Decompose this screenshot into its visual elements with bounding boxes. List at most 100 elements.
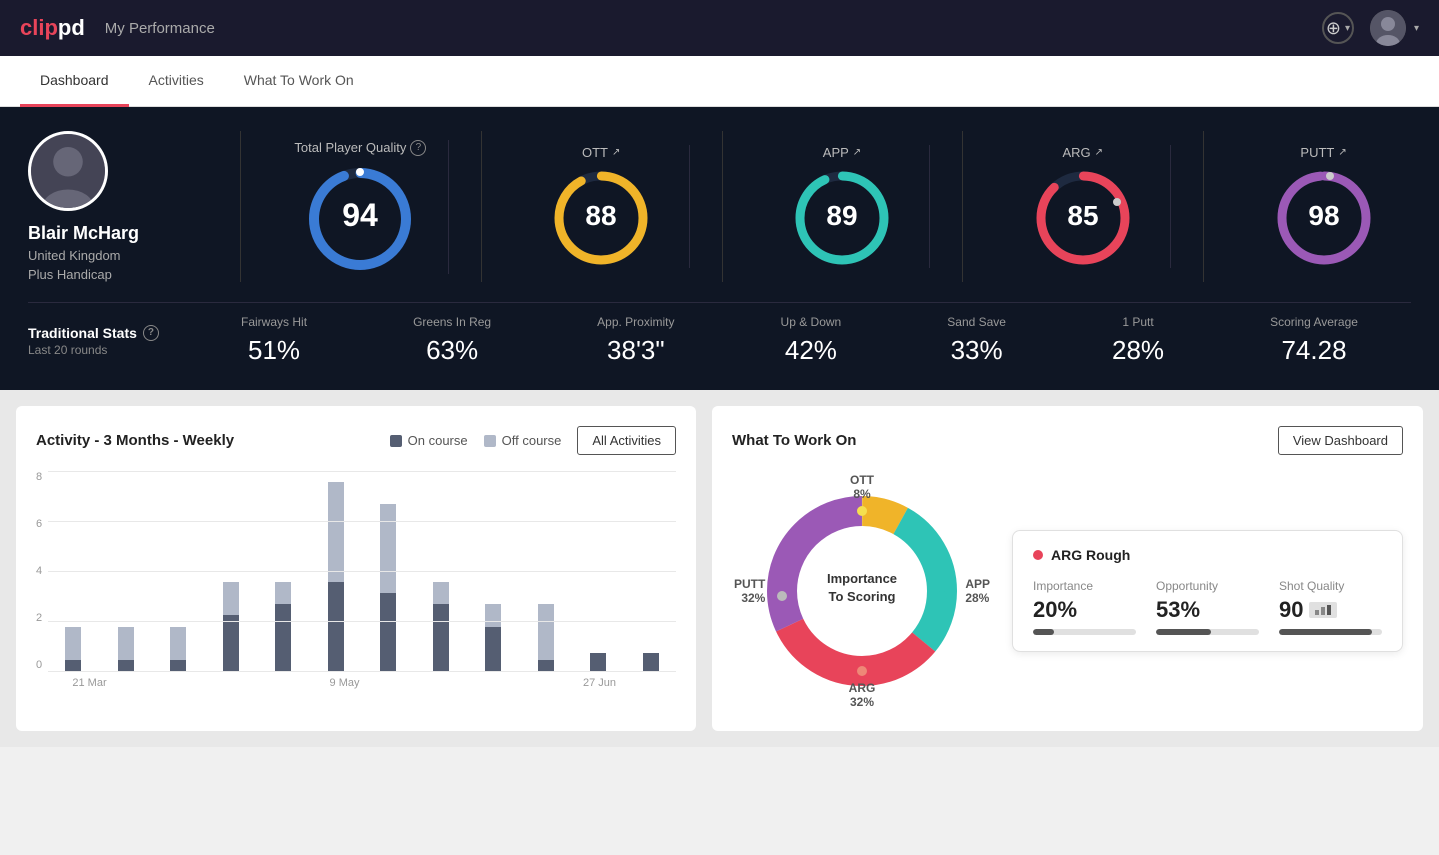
bars-render <box>48 471 676 671</box>
legend-off-course: Off course <box>484 433 562 448</box>
bar-off-course <box>433 582 449 604</box>
bar-on-course <box>485 627 501 671</box>
plus-symbol: ⊕ <box>1326 18 1341 39</box>
add-icon[interactable]: ⊕ ▾ <box>1322 12 1354 44</box>
gauge-total: Total Player Quality ? 94 <box>273 140 449 274</box>
divider-1 <box>481 131 482 282</box>
importance-fill <box>1033 629 1054 635</box>
donut-center-line2: To Scoring <box>829 589 896 604</box>
y-label-4: 4 <box>36 565 42 577</box>
off-course-dot <box>484 435 496 447</box>
x-label <box>370 677 421 689</box>
svg-text:94: 94 <box>343 197 379 233</box>
gauge-app-label: APP ↗ <box>823 145 861 160</box>
activity-header: Activity - 3 Months - Weekly On course O… <box>36 426 676 455</box>
stats-divider <box>240 131 241 282</box>
arg-arrow: ↗ <box>1095 147 1103 158</box>
bar-off-course <box>538 604 554 660</box>
bar-on-course <box>643 653 659 671</box>
gauge-arg-label: ARG ↗ <box>1063 145 1104 160</box>
activity-panel: Activity - 3 Months - Weekly On course O… <box>16 406 696 731</box>
svg-text:89: 89 <box>826 200 857 231</box>
view-dashboard-button[interactable]: View Dashboard <box>1278 426 1403 455</box>
activity-title: Activity - 3 Months - Weekly <box>36 432 234 449</box>
bar-group <box>625 471 675 671</box>
stat-greens: Greens In Reg 63% <box>413 315 491 366</box>
player-avatar <box>28 131 108 211</box>
gauge-putt-svg: 98 <box>1274 168 1374 268</box>
arg-metrics: Importance 20% Opportunity 53% <box>1033 579 1382 635</box>
stat-updown: Up & Down 42% <box>781 315 842 366</box>
donut-dot-putt <box>777 591 787 601</box>
logo-text: clippd <box>20 15 85 41</box>
bar-on-course <box>380 593 396 671</box>
bar-group <box>101 471 151 671</box>
player-handicap: Plus Handicap <box>28 267 112 282</box>
bar-on-course <box>433 604 449 671</box>
grid-line-0 <box>48 671 676 672</box>
donut-dot-ott <box>857 506 867 516</box>
header-title: My Performance <box>105 20 215 37</box>
tab-what-to-work-on[interactable]: What To Work On <box>224 56 374 107</box>
arg-metric-shotquality: Shot Quality 90 <box>1279 579 1382 635</box>
bar-group <box>416 471 466 671</box>
all-activities-button[interactable]: All Activities <box>577 426 676 455</box>
avatar-image <box>1370 10 1406 46</box>
seg-label-putt: PUTT 32% <box>734 577 765 605</box>
bar-on-course <box>275 604 291 671</box>
trad-stats-info[interactable]: ? <box>143 325 159 341</box>
y-label-8: 8 <box>36 471 42 483</box>
opportunity-bar <box>1156 629 1259 635</box>
logo[interactable]: clippd <box>20 15 85 41</box>
x-label <box>115 677 166 689</box>
bar-on-course <box>118 660 134 671</box>
arg-dot <box>1033 550 1043 560</box>
gauge-ott: OTT ↗ 88 <box>514 145 690 268</box>
arg-card-title: ARG Rough <box>1033 547 1382 563</box>
gauge-arg-svg: 85 <box>1033 168 1133 268</box>
gauge-ott-svg: 88 <box>551 168 651 268</box>
bar-off-course <box>65 627 81 660</box>
x-label <box>217 677 268 689</box>
putt-arrow: ↗ <box>1338 147 1346 158</box>
avatar[interactable] <box>1370 10 1406 46</box>
tab-activities[interactable]: Activities <box>129 56 224 107</box>
chart-container: 8 6 4 2 0 <box>36 471 676 689</box>
shot-quality-icon <box>1315 605 1331 615</box>
donut-dot-arg <box>857 666 867 676</box>
arg-detail-card: ARG Rough Importance 20% Opportunity 53% <box>1012 530 1403 652</box>
on-course-dot <box>390 435 402 447</box>
bar-off-course <box>118 627 134 660</box>
header-left: clippd My Performance <box>20 15 215 41</box>
user-menu[interactable]: ▾ <box>1370 10 1419 46</box>
x-label <box>472 677 523 689</box>
bar-group <box>520 471 570 671</box>
shot-quality-row: 90 <box>1279 597 1382 623</box>
bar-off-course <box>170 627 186 660</box>
work-on-title: What To Work On <box>732 432 856 449</box>
svg-text:98: 98 <box>1308 200 1339 231</box>
player-name: Blair McHarg <box>28 223 139 244</box>
header-right: ⊕ ▾ ▾ <box>1322 10 1419 46</box>
bar-on-course <box>328 582 344 671</box>
tab-dashboard[interactable]: Dashboard <box>20 56 129 107</box>
gauge-app-svg: 89 <box>792 168 892 268</box>
bar-off-course <box>328 482 344 582</box>
legend-on-course: On course <box>390 433 468 448</box>
tabs-nav: Dashboard Activities What To Work On <box>0 56 1439 107</box>
player-country: United Kingdom <box>28 248 121 263</box>
arg-metric-importance: Importance 20% <box>1033 579 1136 635</box>
work-on-header: What To Work On View Dashboard <box>732 426 1403 455</box>
bar-group <box>206 471 256 671</box>
donut-svg: Importance To Scoring <box>732 471 992 711</box>
gauge-total-label: Total Player Quality ? <box>294 140 426 156</box>
total-quality-info[interactable]: ? <box>410 140 426 156</box>
gauge-putt-label: PUTT ↗ <box>1300 145 1346 160</box>
hero-section: Blair McHarg United Kingdom Plus Handica… <box>0 107 1439 390</box>
bar-off-course <box>223 582 239 615</box>
seg-label-ott: OTT 8% <box>850 473 874 501</box>
trad-stats-items: Fairways Hit 51% Greens In Reg 63% App. … <box>188 315 1411 366</box>
stat-scoring: Scoring Average 74.28 <box>1270 315 1358 366</box>
stat-fairways: Fairways Hit 51% <box>241 315 307 366</box>
bar-group <box>468 471 518 671</box>
